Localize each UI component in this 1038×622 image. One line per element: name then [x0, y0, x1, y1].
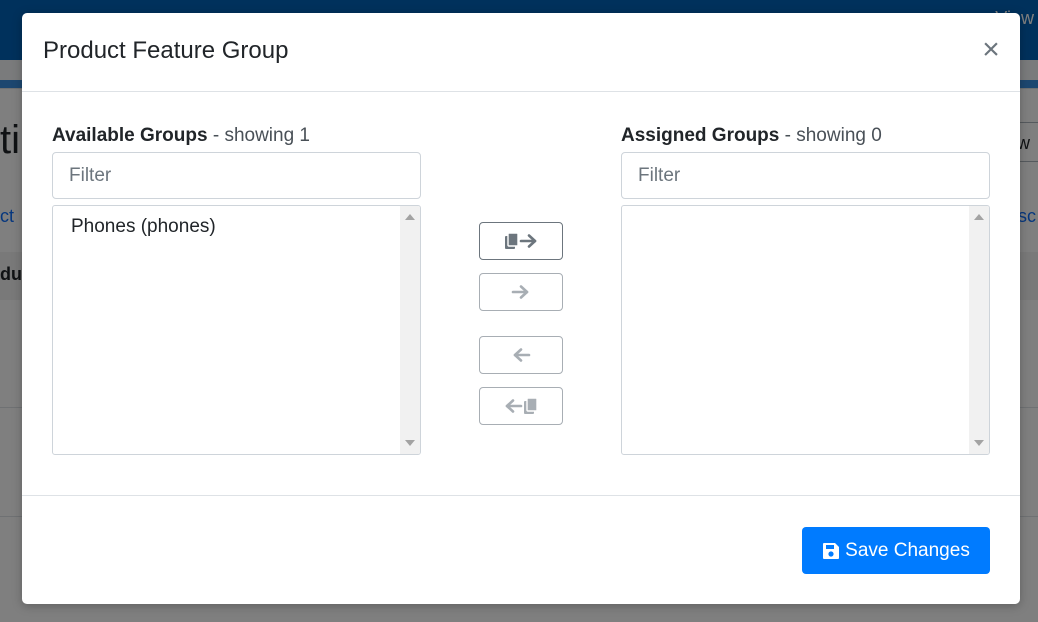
move-selected-right-button[interactable] — [479, 273, 563, 311]
available-filter-input[interactable] — [52, 152, 421, 199]
save-changes-label: Save Changes — [845, 539, 970, 561]
list-item[interactable]: Phones (phones) — [71, 216, 216, 238]
assigned-groups-count: - showing 0 — [779, 125, 882, 146]
modal-header: Product Feature Group × — [22, 13, 1020, 92]
assigned-groups-title: Assigned Groups — [621, 125, 780, 146]
assigned-groups-listbox[interactable] — [621, 205, 990, 455]
scroll-down-icon[interactable] — [405, 440, 415, 446]
arrow-left-copy-icon — [505, 397, 538, 414]
floppy-disk-icon — [823, 542, 840, 559]
close-icon[interactable]: × — [980, 35, 1002, 65]
arrow-left-icon — [513, 348, 531, 362]
available-groups-title: Available Groups — [52, 125, 208, 146]
listbox-scrollbar[interactable] — [969, 206, 989, 454]
move-all-left-button[interactable] — [479, 387, 563, 425]
available-groups-listbox[interactable]: Phones (phones) — [52, 205, 421, 455]
arrow-right-icon — [511, 285, 529, 299]
available-groups-label: Available Groups - showing 1 — [52, 125, 310, 147]
move-all-right-button[interactable] — [479, 222, 563, 260]
assigned-filter-input[interactable] — [621, 152, 990, 199]
listbox-scrollbar[interactable] — [400, 206, 420, 454]
product-feature-group-modal: Product Feature Group × Available Groups… — [22, 13, 1020, 604]
modal-footer-divider — [22, 495, 1020, 496]
available-groups-count: - showing 1 — [207, 125, 311, 146]
save-changes-button[interactable]: Save Changes — [802, 527, 990, 574]
scroll-down-icon[interactable] — [974, 440, 984, 446]
copy-arrow-right-icon — [505, 232, 537, 249]
scroll-up-icon[interactable] — [974, 214, 984, 220]
move-selected-left-button[interactable] — [479, 336, 563, 374]
scroll-up-icon[interactable] — [405, 214, 415, 220]
assigned-groups-label: Assigned Groups - showing 0 — [621, 125, 882, 147]
modal-title: Product Feature Group — [43, 37, 289, 64]
